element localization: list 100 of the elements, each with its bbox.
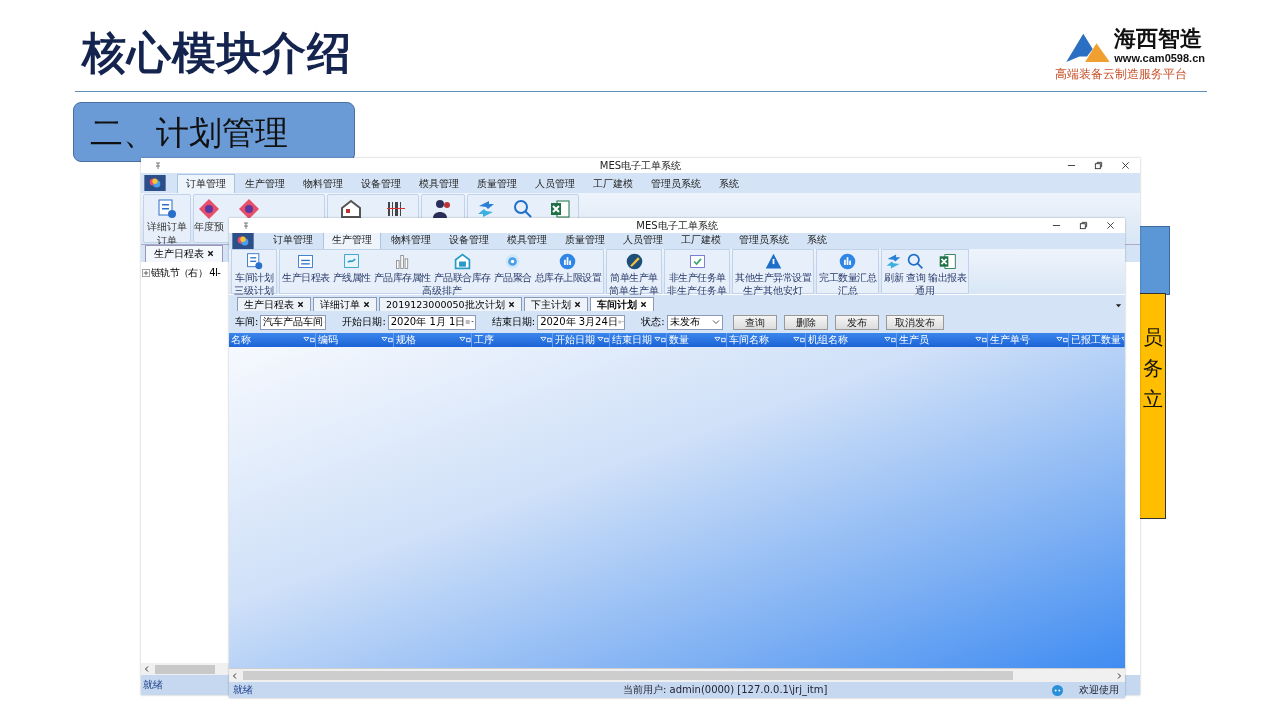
menu-tab[interactable]: 工厂建模 bbox=[585, 175, 641, 193]
menu-tab[interactable]: 人员管理 bbox=[527, 175, 583, 193]
ribbon-button[interactable]: 车间计划 bbox=[235, 250, 273, 285]
close-icon[interactable] bbox=[573, 301, 581, 308]
filter-icon[interactable] bbox=[1056, 336, 1068, 344]
filter-icon[interactable] bbox=[714, 336, 726, 344]
expand-icon[interactable] bbox=[142, 269, 150, 277]
calendar-icon bbox=[296, 252, 316, 271]
status-dropdown[interactable]: 未发布 bbox=[666, 314, 723, 330]
document-tab[interactable]: 生产日程表 bbox=[145, 245, 224, 262]
app-logo-icon[interactable] bbox=[231, 233, 255, 249]
menu-tab[interactable]: 工厂建模 bbox=[673, 231, 729, 249]
field-label: 车间: bbox=[235, 315, 259, 329]
brand-slogan: 高端装备云制造服务平台 bbox=[1055, 66, 1187, 83]
filter-icon[interactable] bbox=[459, 336, 471, 344]
action-button[interactable]: 删除 bbox=[783, 314, 828, 330]
menu-tab[interactable]: 模具管理 bbox=[411, 175, 467, 193]
restore-icon[interactable] bbox=[1079, 221, 1088, 230]
target-icon bbox=[503, 252, 522, 271]
menu-tab[interactable]: 系统 bbox=[799, 231, 835, 249]
menu-tab[interactable]: 管理员系统 bbox=[643, 175, 709, 193]
pin-icon[interactable] bbox=[155, 161, 161, 170]
close-icon[interactable] bbox=[207, 250, 215, 257]
ribbon-button[interactable]: 完工数量汇总 bbox=[819, 250, 876, 285]
restore-icon[interactable] bbox=[1094, 161, 1103, 170]
ribbon-button[interactable]: 简单生产单 bbox=[610, 250, 658, 285]
scroll-left-icon[interactable] bbox=[231, 671, 239, 680]
side-note-text: 员 bbox=[1143, 324, 1164, 351]
ribbon-button[interactable]: 产品联合库存 bbox=[433, 250, 491, 285]
close-icon[interactable] bbox=[1106, 221, 1115, 230]
menu-tab[interactable]: 模具管理 bbox=[499, 231, 555, 249]
menu-tab[interactable]: 人员管理 bbox=[615, 231, 671, 249]
chat-icon[interactable] bbox=[1052, 684, 1063, 696]
refresh-icon bbox=[884, 252, 903, 271]
menu-tab[interactable]: 设备管理 bbox=[441, 231, 497, 249]
filter-icon[interactable] bbox=[303, 336, 315, 344]
document-tab[interactable]: 详细订单 bbox=[313, 297, 378, 311]
filter-icon[interactable] bbox=[597, 336, 609, 344]
close-icon[interactable] bbox=[297, 301, 305, 308]
close-icon[interactable] bbox=[1121, 161, 1130, 170]
filter-icon[interactable] bbox=[540, 336, 552, 344]
action-button[interactable]: 发布 bbox=[834, 314, 879, 330]
section-heading: 二、计划管理 bbox=[73, 102, 355, 162]
scrollbar[interactable] bbox=[229, 668, 1125, 682]
action-button[interactable]: 查询 bbox=[732, 314, 777, 330]
ribbon-button[interactable]: 输出报表 bbox=[928, 250, 966, 285]
menu-tab[interactable]: 物料管理 bbox=[295, 175, 351, 193]
checklist-icon bbox=[156, 198, 178, 220]
scroll-right-icon[interactable] bbox=[1115, 671, 1123, 680]
filter-icon[interactable] bbox=[793, 336, 805, 344]
field-label: 结束日期: bbox=[491, 315, 536, 329]
close-icon[interactable] bbox=[363, 301, 371, 308]
toolbar-button[interactable]: 年度预 bbox=[194, 195, 224, 234]
group-label: 三级计划 bbox=[234, 285, 274, 296]
brand-name: 海西智造 bbox=[1114, 26, 1203, 52]
ribbon-button[interactable]: 生产日程表 bbox=[282, 250, 330, 285]
close-icon[interactable] bbox=[507, 301, 515, 308]
ribbon-button[interactable]: 产品库存属性 bbox=[373, 250, 431, 285]
scroll-left-icon[interactable] bbox=[143, 665, 151, 673]
ribbon-button[interactable]: 总库存上限设置 bbox=[534, 250, 601, 285]
ribbon-button[interactable]: 其他生产异常设置 bbox=[735, 250, 811, 285]
menu-tab[interactable]: 生产管理 bbox=[237, 175, 293, 193]
slide-title: 核心模块介绍 bbox=[82, 26, 352, 80]
dropdown-icon[interactable] bbox=[1115, 302, 1122, 309]
menu-tab[interactable]: 物料管理 bbox=[383, 231, 439, 249]
filter-icon[interactable] bbox=[884, 336, 896, 344]
close-icon[interactable] bbox=[640, 301, 647, 308]
window-title: MES电子工单系统 bbox=[599, 158, 682, 173]
toolbar-button[interactable]: 详细订单 bbox=[147, 195, 187, 234]
pin-icon[interactable] bbox=[243, 221, 249, 230]
chart-circle-icon bbox=[558, 252, 578, 271]
menu-tab[interactable]: 订单管理 bbox=[177, 174, 235, 193]
ribbon-button[interactable]: 刷新 bbox=[884, 250, 903, 285]
document-tab[interactable]: 2019123000050批次计划 bbox=[379, 297, 522, 311]
menu-tab[interactable]: 管理员系统 bbox=[731, 231, 797, 249]
menu-tab[interactable]: 质量管理 bbox=[557, 231, 613, 249]
filter-icon[interactable] bbox=[381, 336, 393, 344]
app-logo-icon[interactable] bbox=[143, 175, 167, 191]
workshop-dropdown[interactable]: 汽车产品车间 bbox=[260, 314, 327, 330]
document-tab[interactable]: 下主计划 bbox=[523, 297, 588, 311]
filter-icon[interactable] bbox=[654, 336, 666, 344]
menu-tab[interactable]: 质量管理 bbox=[469, 175, 525, 193]
calendar-dropdown-icon[interactable] bbox=[617, 318, 625, 326]
ribbon-button[interactable]: 查询 bbox=[906, 250, 925, 285]
group-label: 生产其他安灯 bbox=[743, 285, 803, 296]
scrollbar[interactable] bbox=[141, 663, 229, 675]
date-picker[interactable]: 2020年 1月 1日 bbox=[387, 314, 476, 330]
menu-tab[interactable]: 设备管理 bbox=[353, 175, 409, 193]
search-icon bbox=[512, 198, 534, 220]
ribbon-button[interactable]: 非生产任务单 bbox=[668, 250, 726, 285]
ribbon-button[interactable]: 产线属性 bbox=[332, 250, 371, 285]
date-picker[interactable]: 2020年 3月24日 bbox=[537, 314, 626, 330]
document-tab[interactable]: 生产日程表 bbox=[237, 297, 312, 311]
action-button[interactable]: 取消发布 bbox=[885, 314, 944, 330]
menu-tab[interactable]: 订单管理 bbox=[265, 231, 321, 249]
menu-tab[interactable]: 系统 bbox=[711, 175, 747, 193]
ribbon-button[interactable]: 产品聚合 bbox=[493, 250, 532, 285]
filter-icon[interactable] bbox=[975, 336, 987, 344]
document-tab[interactable]: 车间计划 bbox=[589, 297, 654, 311]
tree-item[interactable]: 链轨节（右） 4I- bbox=[151, 266, 221, 280]
